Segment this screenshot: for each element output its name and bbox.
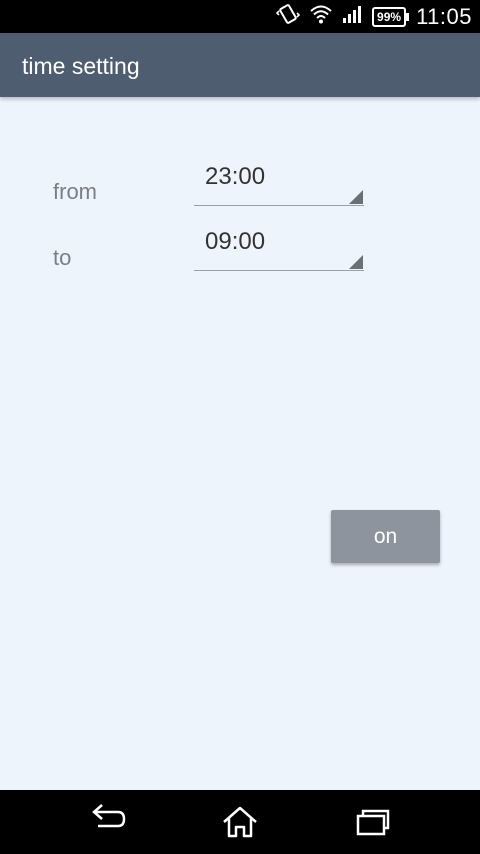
from-time-value: 23:00: [205, 163, 266, 190]
page-title: time setting: [22, 53, 140, 79]
to-label: to: [53, 245, 72, 270]
on-button[interactable]: on: [331, 510, 440, 563]
signal-icon: [342, 4, 362, 29]
app-bar: time setting: [0, 33, 480, 97]
navigation-bar: [0, 790, 480, 854]
status-icons: 99% 11:05: [275, 0, 472, 33]
home-icon[interactable]: [220, 804, 260, 840]
to-time-spinner[interactable]: 09:00: [194, 228, 364, 271]
recent-apps-icon[interactable]: [353, 804, 393, 840]
from-label: from: [53, 179, 97, 204]
from-time-spinner[interactable]: 23:00: [194, 163, 364, 206]
battery-icon: 99%: [372, 6, 410, 27]
spinner-dropdown-icon: [349, 255, 363, 269]
vibrate-icon: [275, 2, 301, 31]
spinner-dropdown-icon: [349, 190, 363, 204]
wifi-icon: [310, 4, 332, 29]
back-icon[interactable]: [88, 804, 128, 840]
time-setting-form: from 23:00 to 09:00 on: [0, 97, 480, 790]
to-time-value: 09:00: [205, 228, 266, 255]
status-time: 11:05: [416, 3, 472, 29]
status-bar: 99% 11:05: [0, 0, 480, 33]
